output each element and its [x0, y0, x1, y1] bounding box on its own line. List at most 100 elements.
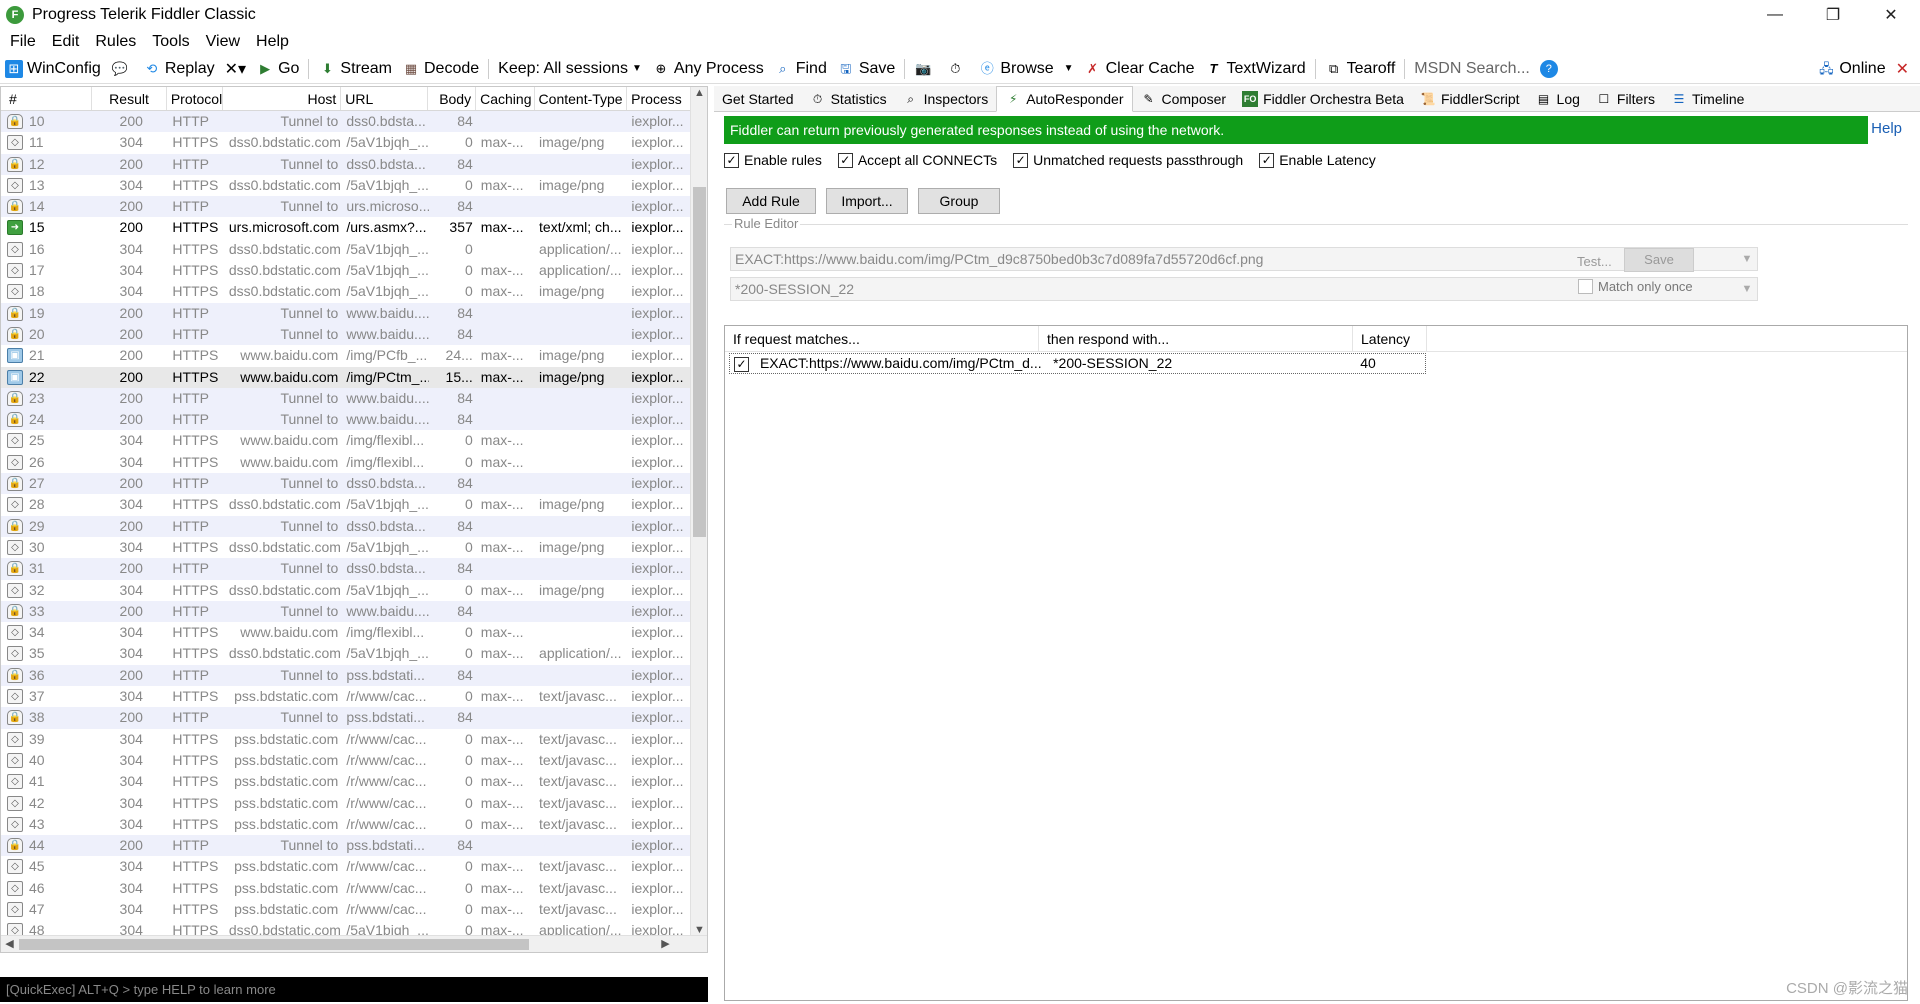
sessions-list[interactable]: # Result Protocol Host URL Body Caching …: [0, 86, 708, 953]
col-header-match[interactable]: If request matches...: [725, 326, 1039, 351]
tab-timeline[interactable]: ☰ Timeline: [1663, 86, 1752, 112]
checkbox-checked-icon[interactable]: ✓: [734, 357, 749, 372]
menu-view[interactable]: View: [198, 33, 248, 51]
table-row[interactable]: ◇ 47 304 HTTPS pss.bdstatic.com/r/www/cac...…: [1, 898, 691, 921]
menu-rules[interactable]: Rules: [87, 33, 144, 51]
col-header-body[interactable]: Body: [428, 87, 477, 110]
tab-autoresponder[interactable]: ⚡ AutoResponder: [996, 85, 1133, 112]
quickexec-input[interactable]: [QuickExec] ALT+Q > type HELP to learn m…: [0, 977, 708, 1002]
col-header-content-type[interactable]: Content-Type: [535, 87, 628, 110]
table-row[interactable]: 🔒 23 200 HTTP Tunnel to www.baidu.... 84 iexplo…: [1, 387, 691, 410]
scroll-right-icon[interactable]: ▶: [657, 936, 674, 952]
screenshot-button[interactable]: 📷: [909, 60, 941, 78]
table-row[interactable]: ◇ 26 304 HTTPS www.baidu.com/img/flexibl... 0…: [1, 451, 691, 474]
col-header-url[interactable]: URL: [341, 87, 429, 110]
tearoff-button[interactable]: ⧉ Tearoff: [1320, 60, 1401, 78]
table-row[interactable]: ▣ 21 200 HTTPS www.baidu.com/img/PCfb_... 24.…: [1, 345, 691, 367]
any-process-button[interactable]: ⊕ Any Process: [647, 60, 769, 78]
table-row[interactable]: ▣ 22 200 HTTPS www.baidu.com/img/PCtm_... 15.…: [1, 366, 691, 388]
table-row[interactable]: ◇ 43 304 HTTPS pss.bdstatic.com/r/www/cac...…: [1, 813, 691, 836]
stream-button[interactable]: ⬇ Stream: [313, 60, 397, 78]
table-row[interactable]: 🔒 36 200 HTTP Tunnel to pss.bdstati... 84 iexpl…: [1, 664, 691, 687]
tab-statistics[interactable]: ⏱ Statistics: [802, 86, 895, 112]
table-row[interactable]: ◇ 28 304 HTTPS dss0.bdstatic.com/5aV1bjqh_..…: [1, 494, 691, 516]
find-button[interactable]: ⌕ Find: [769, 60, 832, 78]
restore-button[interactable]: ❐: [1804, 0, 1862, 30]
table-row[interactable]: 🔒 29 200 HTTP Tunnel to dss0.bdsta... 84 iexplo…: [1, 515, 691, 537]
rule-save-button[interactable]: Save: [1624, 248, 1694, 272]
table-row[interactable]: ◇ 46 304 HTTPS pss.bdstatic.com/r/www/cac...…: [1, 877, 691, 899]
table-row[interactable]: 🔒 38 200 HTTP Tunnel to pss.bdstati... 84 iexpl…: [1, 707, 691, 729]
menu-file[interactable]: File: [2, 33, 44, 51]
help-button[interactable]: ?: [1535, 59, 1567, 78]
winconfig-button[interactable]: ⊞ WinConfig: [0, 59, 106, 78]
table-row[interactable]: 🔒 12 200 HTTP Tunnel to dss0.bdsta... 84 iexplo…: [1, 153, 691, 175]
table-row[interactable]: ◇ 42 304 HTTPS pss.bdstatic.com/r/www/cac...…: [1, 792, 691, 814]
table-row[interactable]: ◇ 16 304 HTTPS dss0.bdstatic.com/5aV1bjqh_..…: [1, 238, 691, 261]
scroll-thumb[interactable]: [693, 187, 706, 537]
table-row[interactable]: 🔒 14 200 HTTP Tunnel to urs.microso... 84 iexpl…: [1, 196, 691, 218]
table-row[interactable]: ◇ 30 304 HTTPS dss0.bdstatic.com/5aV1bjqh_..…: [1, 536, 691, 559]
col-header-caching[interactable]: Caching: [476, 87, 535, 110]
close-button[interactable]: ✕: [1862, 0, 1920, 30]
menu-tools[interactable]: Tools: [144, 33, 197, 51]
col-header-protocol[interactable]: Protocol: [167, 87, 224, 110]
chevron-down-icon[interactable]: ▼: [1739, 278, 1755, 300]
sessions-hscrollbar[interactable]: ◀ ▶: [1, 935, 707, 952]
menu-help[interactable]: Help: [248, 33, 297, 51]
col-header-process[interactable]: Process: [627, 87, 691, 110]
help-link[interactable]: Help: [1871, 120, 1902, 137]
table-row[interactable]: ◇ 32 304 HTTPS dss0.bdstatic.com/5aV1bjqh_..…: [1, 579, 691, 601]
col-header-host[interactable]: Host: [223, 87, 342, 110]
table-row[interactable]: 🔒 10 200 HTTP Tunnel to dss0.bdsta... 84 iexplo…: [1, 111, 691, 133]
scroll-left-icon[interactable]: ◀: [1, 936, 18, 952]
table-row[interactable]: 🔒 31 200 HTTP Tunnel to dss0.bdsta... 84 iexplo…: [1, 558, 691, 580]
col-header-num[interactable]: #: [1, 87, 93, 110]
import-button[interactable]: Import...: [826, 188, 908, 214]
enable-latency-checkbox[interactable]: ✓ Enable Latency: [1259, 152, 1376, 168]
table-row[interactable]: ◇ 45 304 HTTPS pss.bdstatic.com/r/www/cac...…: [1, 856, 691, 878]
table-row[interactable]: 🔒 19 200 HTTP Tunnel to www.baidu.... 84 iexplo…: [1, 302, 691, 324]
comment-button[interactable]: 💬: [106, 60, 138, 78]
online-indicator[interactable]: 🖧 Online: [1812, 60, 1890, 78]
match-only-once-checkbox[interactable]: Match only once: [1578, 279, 1693, 294]
table-row[interactable]: 🔒 24 200 HTTP Tunnel to www.baidu.... 84 iexplo…: [1, 409, 691, 431]
table-row[interactable]: ◇ 18 304 HTTPS dss0.bdstatic.com/5aV1bjqh_..…: [1, 281, 691, 303]
col-header-respond[interactable]: then respond with...: [1039, 326, 1353, 351]
msdn-search-input[interactable]: MSDN Search...: [1409, 60, 1535, 78]
sessions-vscrollbar[interactable]: ▲ ▼: [690, 87, 707, 940]
browse-button[interactable]: ⓔ Browse ▼: [973, 60, 1078, 78]
textwizard-button[interactable]: T TextWizard: [1200, 60, 1311, 78]
group-button[interactable]: Group: [918, 188, 1000, 214]
table-row[interactable]: ◇ 37 304 HTTPS pss.bdstatic.com/r/www/cac...…: [1, 686, 691, 708]
tab-filters[interactable]: ☐ Filters: [1588, 86, 1663, 112]
tab-inspectors[interactable]: ⌕ Inspectors: [895, 86, 997, 112]
table-row[interactable]: ➜ 15 200 HTTPS urs.microsoft.com/urs.asmx?..…: [1, 217, 691, 238]
tab-fiddler-orchestra[interactable]: FO Fiddler Orchestra Beta: [1234, 86, 1412, 112]
table-row[interactable]: ◇ 13 304 HTTPS dss0.bdstatic.com/5aV1bjqh_..…: [1, 174, 691, 197]
table-row[interactable]: 🔒 27 200 HTTP Tunnel to dss0.bdsta... 84 iexplo…: [1, 473, 691, 495]
scroll-up-icon[interactable]: ▲: [691, 87, 707, 103]
save-button[interactable]: 🖫 Save: [832, 60, 900, 78]
accept-connects-checkbox[interactable]: ✓ Accept all CONNECTs: [837, 152, 997, 168]
enable-rules-checkbox[interactable]: ✓ Enable rules: [724, 152, 822, 168]
close-toolbar-button[interactable]: ✕: [1891, 59, 1914, 79]
table-row[interactable]: ◇ 35 304 HTTPS dss0.bdstatic.com/5aV1bjqh_..…: [1, 643, 691, 665]
keep-sessions-dropdown[interactable]: Keep: All sessions ▼: [493, 60, 647, 78]
table-row[interactable]: 🔒 33 200 HTTP Tunnel to www.baidu.... 84 iexplo…: [1, 600, 691, 623]
unmatched-passthrough-checkbox[interactable]: ✓ Unmatched requests passthrough: [1013, 152, 1243, 168]
rule-list[interactable]: If request matches... then respond with.…: [724, 325, 1908, 1001]
table-row[interactable]: ◇ 34 304 HTTPS www.baidu.com/img/flexibl... 0…: [1, 622, 691, 644]
scroll-thumb[interactable]: [19, 939, 529, 950]
tab-log[interactable]: ▤ Log: [1528, 86, 1588, 112]
table-row[interactable]: ◇ 17 304 HTTPS dss0.bdstatic.com/5aV1bjqh_..…: [1, 260, 691, 282]
tab-composer[interactable]: ✎ Composer: [1133, 86, 1235, 112]
chevron-down-icon[interactable]: ▼: [1739, 248, 1755, 270]
table-row[interactable]: ◇ 25 304 HTTPS www.baidu.com/img/flexibl... 0…: [1, 430, 691, 452]
minimize-button[interactable]: —: [1746, 0, 1804, 30]
test-link[interactable]: Test...: [1577, 254, 1612, 269]
tab-get-started[interactable]: Get Started: [714, 86, 802, 112]
timer-button[interactable]: ⏱: [941, 60, 973, 78]
remove-button[interactable]: ✕▾: [220, 59, 251, 79]
add-rule-button[interactable]: Add Rule: [726, 188, 816, 214]
